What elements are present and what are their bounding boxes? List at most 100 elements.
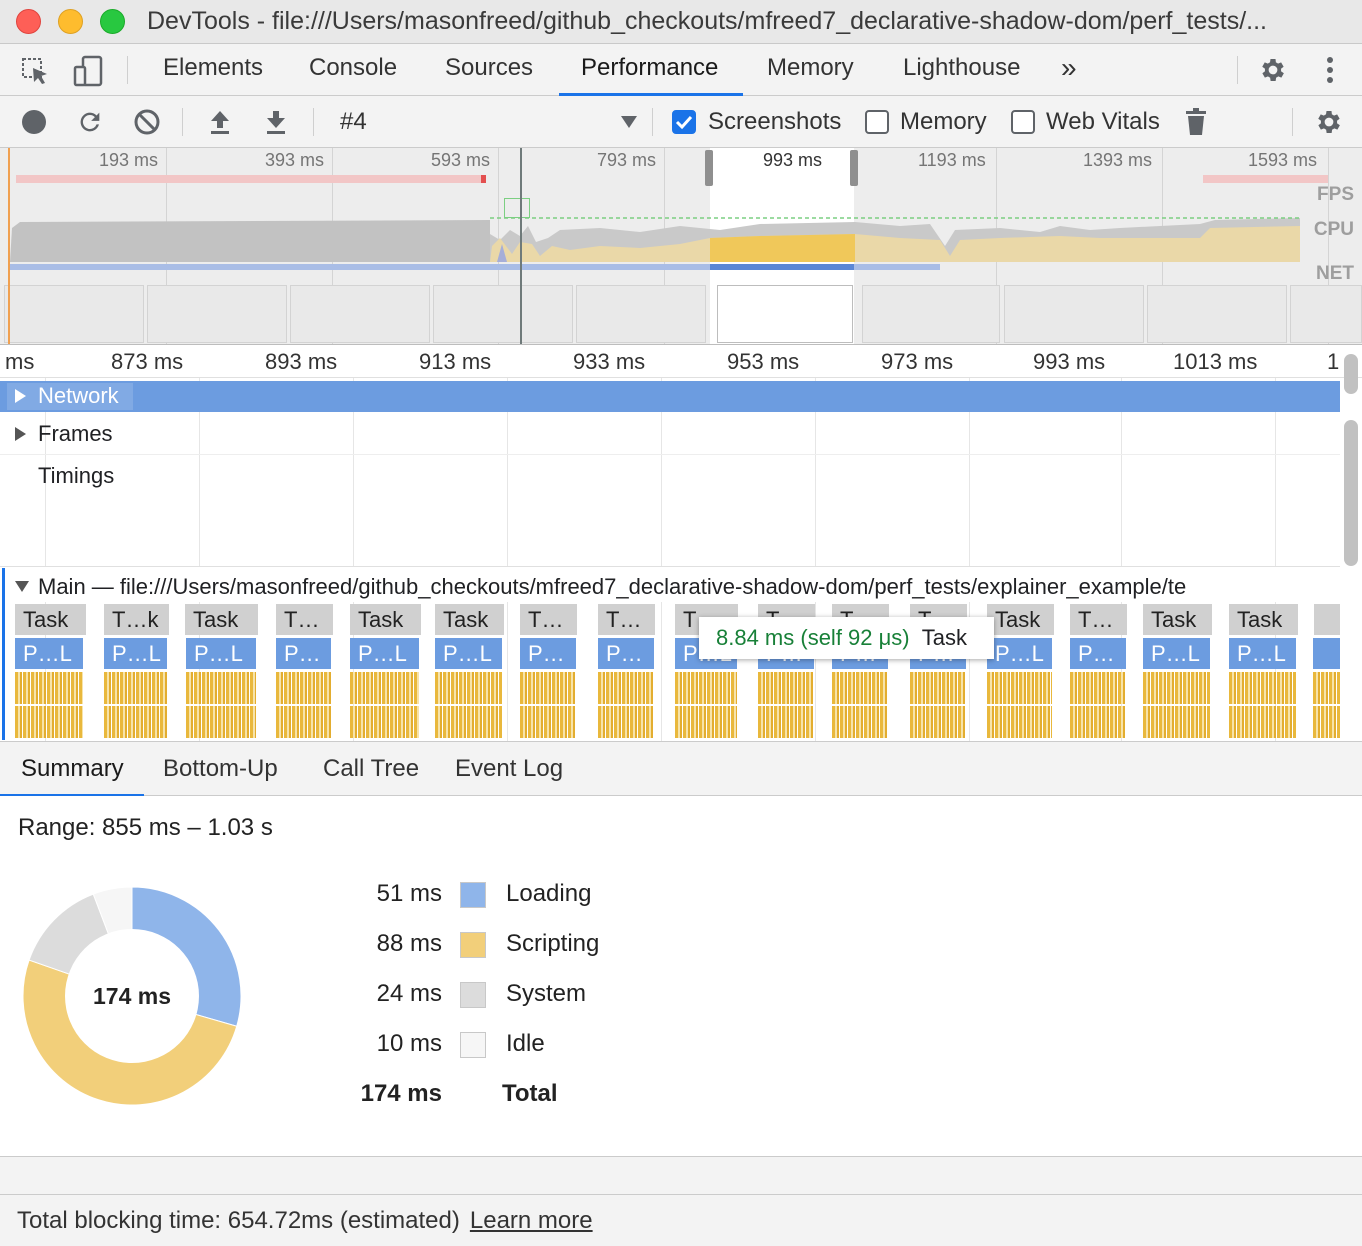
web-vitals-checkbox[interactable] [1011,110,1035,134]
task-block[interactable]: Task [184,604,258,635]
scripting-blocks[interactable] [675,706,737,738]
more-options-icon[interactable] [1318,53,1342,87]
load-profile-upload-icon[interactable] [204,107,236,137]
scripting-blocks[interactable] [675,672,737,704]
recording-select[interactable]: #4 [340,96,367,148]
tab-performance[interactable]: Performance [559,44,743,96]
scripting-blocks[interactable] [435,672,502,704]
task-block[interactable]: T… [597,604,655,635]
dropdown-arrow-icon[interactable] [618,112,640,132]
task-block[interactable]: T… [1069,604,1127,635]
tab-console[interactable]: Console [309,44,397,96]
screenshot-thumbnail[interactable] [576,285,706,343]
screenshot-thumbnail[interactable] [147,285,287,343]
scripting-blocks[interactable] [520,706,576,738]
inspect-element-icon[interactable] [18,54,52,88]
parse-html-block[interactable]: P… [276,638,331,669]
scripting-blocks[interactable] [1143,706,1210,738]
scripting-blocks[interactable] [350,706,419,738]
collapse-main-icon[interactable] [15,581,29,592]
expand-frames-icon[interactable] [15,427,26,441]
selection-left-handle[interactable] [705,150,713,186]
screenshot-thumbnail[interactable] [433,285,573,343]
scripting-blocks[interactable] [1229,672,1296,704]
scripting-blocks[interactable] [1070,672,1126,704]
scripting-blocks[interactable] [832,672,888,704]
task-block[interactable]: T… [519,604,577,635]
selection-right-handle[interactable] [850,150,858,186]
scripting-blocks[interactable] [598,672,654,704]
flame-scrollbar-thumb[interactable] [1344,420,1358,566]
scripting-blocks[interactable] [758,672,814,704]
task-block[interactable] [1313,604,1340,635]
screenshot-thumbnail-selected[interactable] [717,285,853,343]
scripting-blocks[interactable] [758,706,814,738]
scripting-blocks[interactable] [186,706,256,738]
memory-checkbox[interactable] [865,110,889,134]
scripting-blocks[interactable] [350,672,419,704]
scripting-blocks[interactable] [1229,706,1296,738]
scripting-blocks[interactable] [104,672,167,704]
parse-html-block[interactable]: P… [1070,638,1126,669]
scripting-blocks[interactable] [1143,672,1210,704]
scripting-blocks[interactable] [435,706,502,738]
frames-track[interactable]: Frames [0,413,1340,455]
parse-html-block[interactable]: P…L [15,638,83,669]
save-profile-download-icon[interactable] [260,107,292,137]
screenshot-thumbnail[interactable] [862,285,1000,343]
reload-record-icon[interactable] [74,107,106,137]
scripting-blocks[interactable] [1313,706,1340,738]
parse-html-block[interactable] [1313,638,1340,669]
tab-call-tree[interactable]: Call Tree [323,742,419,797]
scripting-blocks[interactable] [987,706,1052,738]
task-block[interactable]: T… [275,604,333,635]
scripting-blocks[interactable] [832,706,888,738]
zoom-window-button[interactable] [100,9,125,34]
task-block[interactable]: Task [1228,604,1298,635]
task-block[interactable]: Task [1142,604,1212,635]
scripting-blocks[interactable] [987,672,1052,704]
timings-track[interactable]: Timings [0,456,1340,566]
tab-memory[interactable]: Memory [767,44,854,96]
screenshot-thumbnail[interactable] [1147,285,1287,343]
scripting-blocks[interactable] [276,706,331,738]
task-block[interactable]: Task [349,604,421,635]
screenshot-thumbnail[interactable] [1004,285,1144,343]
scripting-blocks[interactable] [910,672,966,704]
scripting-blocks[interactable] [276,672,331,704]
tab-sources[interactable]: Sources [445,44,533,96]
timeline-overview[interactable]: 193 ms 393 ms 593 ms 793 ms 993 ms 1193 … [0,148,1362,345]
parse-html-block[interactable]: P… [598,638,654,669]
scripting-blocks[interactable] [598,706,654,738]
scripting-blocks[interactable] [910,706,966,738]
tab-summary[interactable]: Summary [0,742,144,797]
task-block[interactable]: Task [14,604,86,635]
capture-settings-gear-icon[interactable] [1312,105,1346,139]
collect-garbage-trash-icon[interactable] [1182,107,1210,137]
screenshots-checkbox[interactable] [672,110,696,134]
device-toolbar-icon[interactable] [70,54,106,88]
screenshot-thumbnail[interactable] [4,285,144,343]
parse-html-block[interactable]: P…L [1229,638,1296,669]
learn-more-link[interactable]: Learn more [470,1207,593,1234]
network-track[interactable]: Network [0,381,1340,412]
scripting-blocks[interactable] [15,672,83,704]
main-thread-track[interactable]: Main — file:///Users/masonfreed/github_c… [0,566,1340,602]
minimize-window-button[interactable] [58,9,83,34]
screenshot-thumbnail[interactable] [290,285,430,343]
parse-html-block[interactable]: P…L [104,638,167,669]
parse-html-block[interactable]: P…L [1143,638,1210,669]
parse-html-block[interactable]: P…L [350,638,419,669]
parse-html-block[interactable]: P…L [186,638,256,669]
scripting-blocks[interactable] [186,672,256,704]
scripting-blocks[interactable] [1313,672,1340,704]
scripting-blocks[interactable] [15,706,83,738]
close-window-button[interactable] [16,9,41,34]
task-block[interactable]: Task [434,604,504,635]
parse-html-block[interactable]: P…L [435,638,502,669]
tab-event-log[interactable]: Event Log [455,742,563,797]
scripting-blocks[interactable] [520,672,576,704]
screenshot-thumbnail[interactable] [1290,285,1362,343]
scripting-blocks[interactable] [104,706,167,738]
tab-elements[interactable]: Elements [163,44,263,96]
